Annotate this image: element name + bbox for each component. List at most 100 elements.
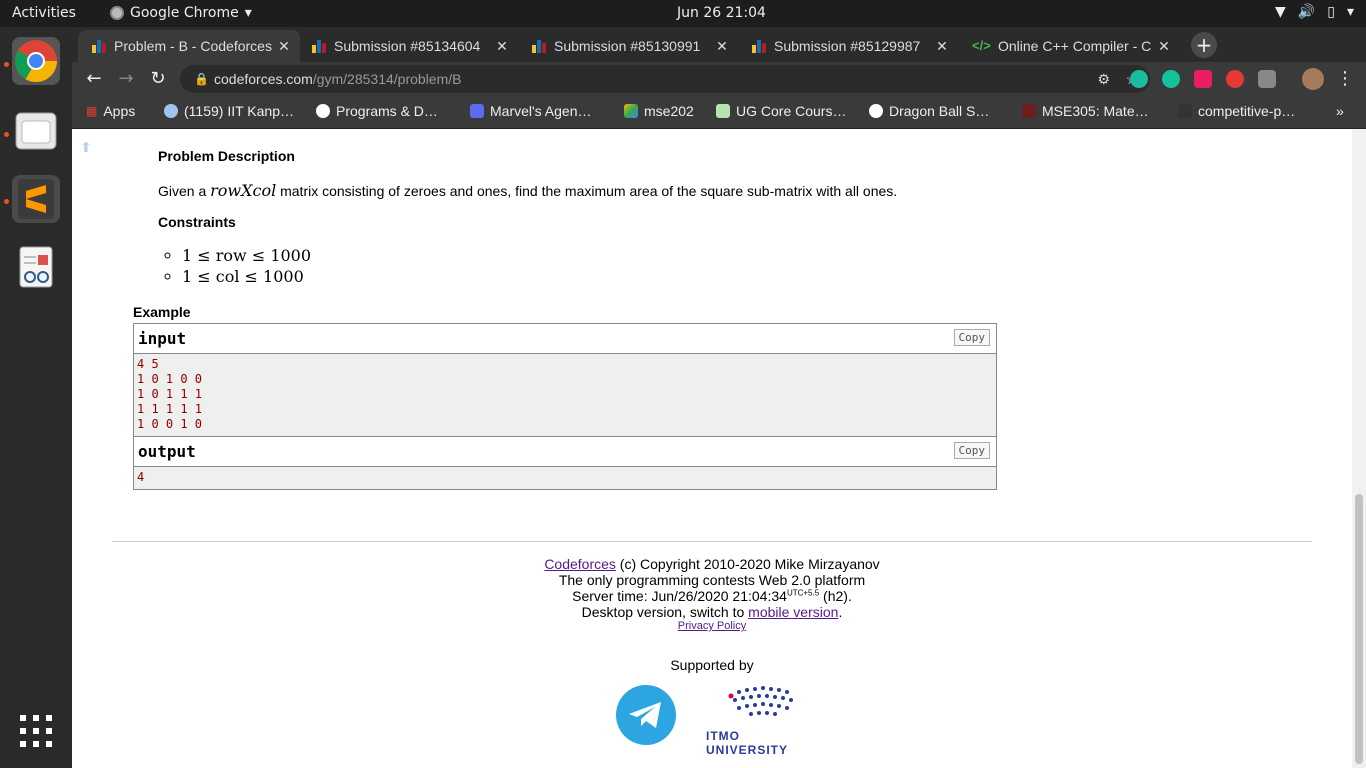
input-label: input bbox=[138, 329, 187, 348]
copy-output-button[interactable]: Copy bbox=[953, 442, 990, 459]
show-applications-button[interactable] bbox=[12, 707, 60, 755]
bookmark-iit-kanpur[interactable]: (1159) IIT Kanp… bbox=[164, 103, 294, 119]
tab-submission-1[interactable]: Submission #85134604 ✕ bbox=[298, 30, 518, 62]
footer-privacy: Privacy Policy bbox=[72, 620, 1352, 632]
tab-title: Submission #85130991 bbox=[554, 38, 701, 54]
url-domain: codeforces.com bbox=[214, 71, 313, 87]
bookmarks-bar: ▦ Apps (1159) IIT Kanp… Programs & D… Mar… bbox=[72, 96, 1366, 129]
bookmark-mse202[interactable]: mse202 bbox=[624, 103, 694, 119]
site-settings-icon[interactable]: ⚙ bbox=[1097, 65, 1110, 93]
bookmark-label: Dragon Ball S… bbox=[889, 103, 990, 119]
site-icon bbox=[1022, 104, 1036, 118]
description-math: rowXcol bbox=[210, 181, 277, 200]
mobile-version-link[interactable]: mobile version bbox=[748, 604, 838, 620]
tab-strip: Problem - B - Codeforces ✕ Submission #8… bbox=[72, 27, 1366, 62]
code-icon: </> bbox=[972, 38, 991, 53]
codeforces-link[interactable]: Codeforces bbox=[544, 556, 616, 572]
sublime-text-icon bbox=[18, 179, 54, 219]
address-bar[interactable]: 🔒 codeforces.com/gym/285314/problem/B ⚙ … bbox=[180, 65, 1150, 93]
grammarly-icon[interactable] bbox=[1162, 70, 1180, 88]
wifi-icon: ▼ bbox=[1275, 4, 1286, 20]
app-menu[interactable]: Google Chrome ▾ bbox=[110, 5, 252, 21]
server-time-suffix: (h2). bbox=[819, 588, 852, 604]
page-scrollbar[interactable] bbox=[1352, 129, 1366, 768]
tab-title: Online C++ Compiler - C bbox=[998, 38, 1152, 54]
activities-button[interactable]: Activities bbox=[12, 5, 76, 21]
bookmark-label: mse202 bbox=[644, 103, 694, 119]
output-content: 4 bbox=[134, 467, 996, 489]
extension-m-icon[interactable] bbox=[1130, 70, 1148, 88]
chevron-down-icon: ▾ bbox=[244, 5, 252, 21]
close-icon[interactable]: ✕ bbox=[1154, 38, 1174, 55]
close-icon[interactable]: ✕ bbox=[274, 38, 294, 55]
codeforces-favicon-icon bbox=[532, 39, 546, 53]
page-content: ⬆ Problem Description Given a rowXcol ma… bbox=[72, 129, 1352, 768]
close-icon[interactable]: ✕ bbox=[932, 38, 952, 55]
dock-files[interactable] bbox=[12, 107, 60, 155]
google-drive-icon bbox=[624, 104, 638, 118]
bookmark-apps[interactable]: ▦ Apps bbox=[86, 103, 135, 119]
bookmark-competitive[interactable]: competitive-p… bbox=[1178, 103, 1295, 119]
codeforces-favicon-icon bbox=[752, 39, 766, 53]
bookmark-label: competitive-p… bbox=[1198, 103, 1296, 119]
clock[interactable]: Jun 26 21:04 bbox=[677, 5, 766, 21]
close-icon[interactable]: ✕ bbox=[712, 38, 732, 55]
bookmark-dragon-ball[interactable]: Dragon Ball S… bbox=[869, 103, 989, 119]
shield-icon[interactable] bbox=[1258, 70, 1276, 88]
bookmark-label: UG Core Cours… bbox=[736, 103, 847, 119]
tab-submission-2[interactable]: Submission #85130991 ✕ bbox=[518, 30, 738, 62]
bookmark-ug-core[interactable]: UG Core Cours… bbox=[716, 103, 846, 119]
running-indicator bbox=[4, 132, 9, 137]
scroll-up-icon[interactable]: ⬆ bbox=[80, 139, 92, 156]
telegram-icon[interactable] bbox=[615, 684, 677, 746]
timezone: UTC+5.5 bbox=[786, 588, 820, 598]
new-tab-button[interactable]: + bbox=[1191, 32, 1217, 58]
app-grid-icon bbox=[20, 715, 52, 747]
back-arrow-icon[interactable]: ← bbox=[83, 68, 105, 89]
input-content: 4 51 0 1 0 01 0 1 1 11 1 1 1 11 0 0 1 0 bbox=[134, 354, 996, 436]
footer-copyright: Codeforces (c) Copyright 2010-2020 Mike … bbox=[72, 556, 1352, 572]
extension-hand-icon[interactable] bbox=[1226, 70, 1244, 88]
codeforces-favicon-icon bbox=[312, 39, 326, 53]
itmo-logo-icon[interactable] bbox=[727, 682, 807, 722]
forward-arrow-icon[interactable]: → bbox=[115, 68, 137, 89]
tab-title: Submission #85134604 bbox=[334, 38, 481, 54]
bookmark-programs[interactable]: Programs & D… bbox=[316, 103, 438, 119]
browser-toolbar: ← → ↻ 🔒 codeforces.com/gym/285314/proble… bbox=[72, 62, 1366, 96]
dock-document-viewer[interactable] bbox=[12, 243, 60, 291]
dock-sublime-text[interactable] bbox=[12, 175, 60, 223]
privacy-policy-link[interactable]: Privacy Policy bbox=[678, 620, 746, 632]
system-tray[interactable]: ▼ 🔊 ▯ ▾ bbox=[1275, 4, 1354, 20]
chevron-down-icon: ▾ bbox=[1346, 4, 1354, 20]
output-line: 4 bbox=[137, 470, 145, 484]
constraints-title: Constraints bbox=[158, 214, 236, 230]
bookmark-marvels[interactable]: Marvel's Agen… bbox=[470, 103, 592, 119]
tab-problem-b[interactable]: Problem - B - Codeforces ✕ bbox=[78, 30, 300, 62]
more-bookmarks-icon[interactable]: » bbox=[1336, 103, 1344, 119]
play-icon bbox=[470, 104, 484, 118]
avatar[interactable] bbox=[1302, 68, 1324, 90]
tab-submission-3[interactable]: Submission #85129987 ✕ bbox=[738, 30, 958, 62]
output-label: output bbox=[138, 442, 196, 461]
constraint-item: 1 ≤ row ≤ 1000 bbox=[182, 245, 311, 266]
tab-online-compiler[interactable]: </> Online C++ Compiler - C ✕ bbox=[958, 30, 1180, 62]
scrollbar-thumb[interactable] bbox=[1355, 494, 1363, 764]
bookmark-mse305[interactable]: MSE305: Mate… bbox=[1022, 103, 1149, 119]
reload-icon[interactable]: ↻ bbox=[147, 68, 169, 89]
bookmark-label: Apps bbox=[103, 103, 136, 119]
close-icon[interactable]: ✕ bbox=[492, 38, 512, 55]
extension-pink-icon[interactable] bbox=[1194, 70, 1212, 88]
footer-server-time: Server time: Jun/26/2020 21:04:34UTC+5.5… bbox=[72, 588, 1352, 604]
folder-icon bbox=[15, 112, 57, 150]
copy-input-button[interactable]: Copy bbox=[953, 329, 990, 346]
gnome-top-bar: Activities Google Chrome ▾ Jun 26 21:04 … bbox=[0, 0, 1366, 27]
running-indicator bbox=[4, 62, 9, 67]
tab-title: Submission #85129987 bbox=[774, 38, 921, 54]
globe-icon bbox=[316, 104, 330, 118]
bookmark-label: Programs & D… bbox=[336, 103, 438, 119]
output-box: output Copy 4 bbox=[133, 436, 997, 490]
more-menu-icon[interactable]: ⋮ bbox=[1334, 68, 1356, 89]
dock-chrome[interactable] bbox=[12, 37, 60, 85]
dock bbox=[0, 27, 72, 768]
constraint-item: 1 ≤ col ≤ 1000 bbox=[182, 266, 311, 287]
